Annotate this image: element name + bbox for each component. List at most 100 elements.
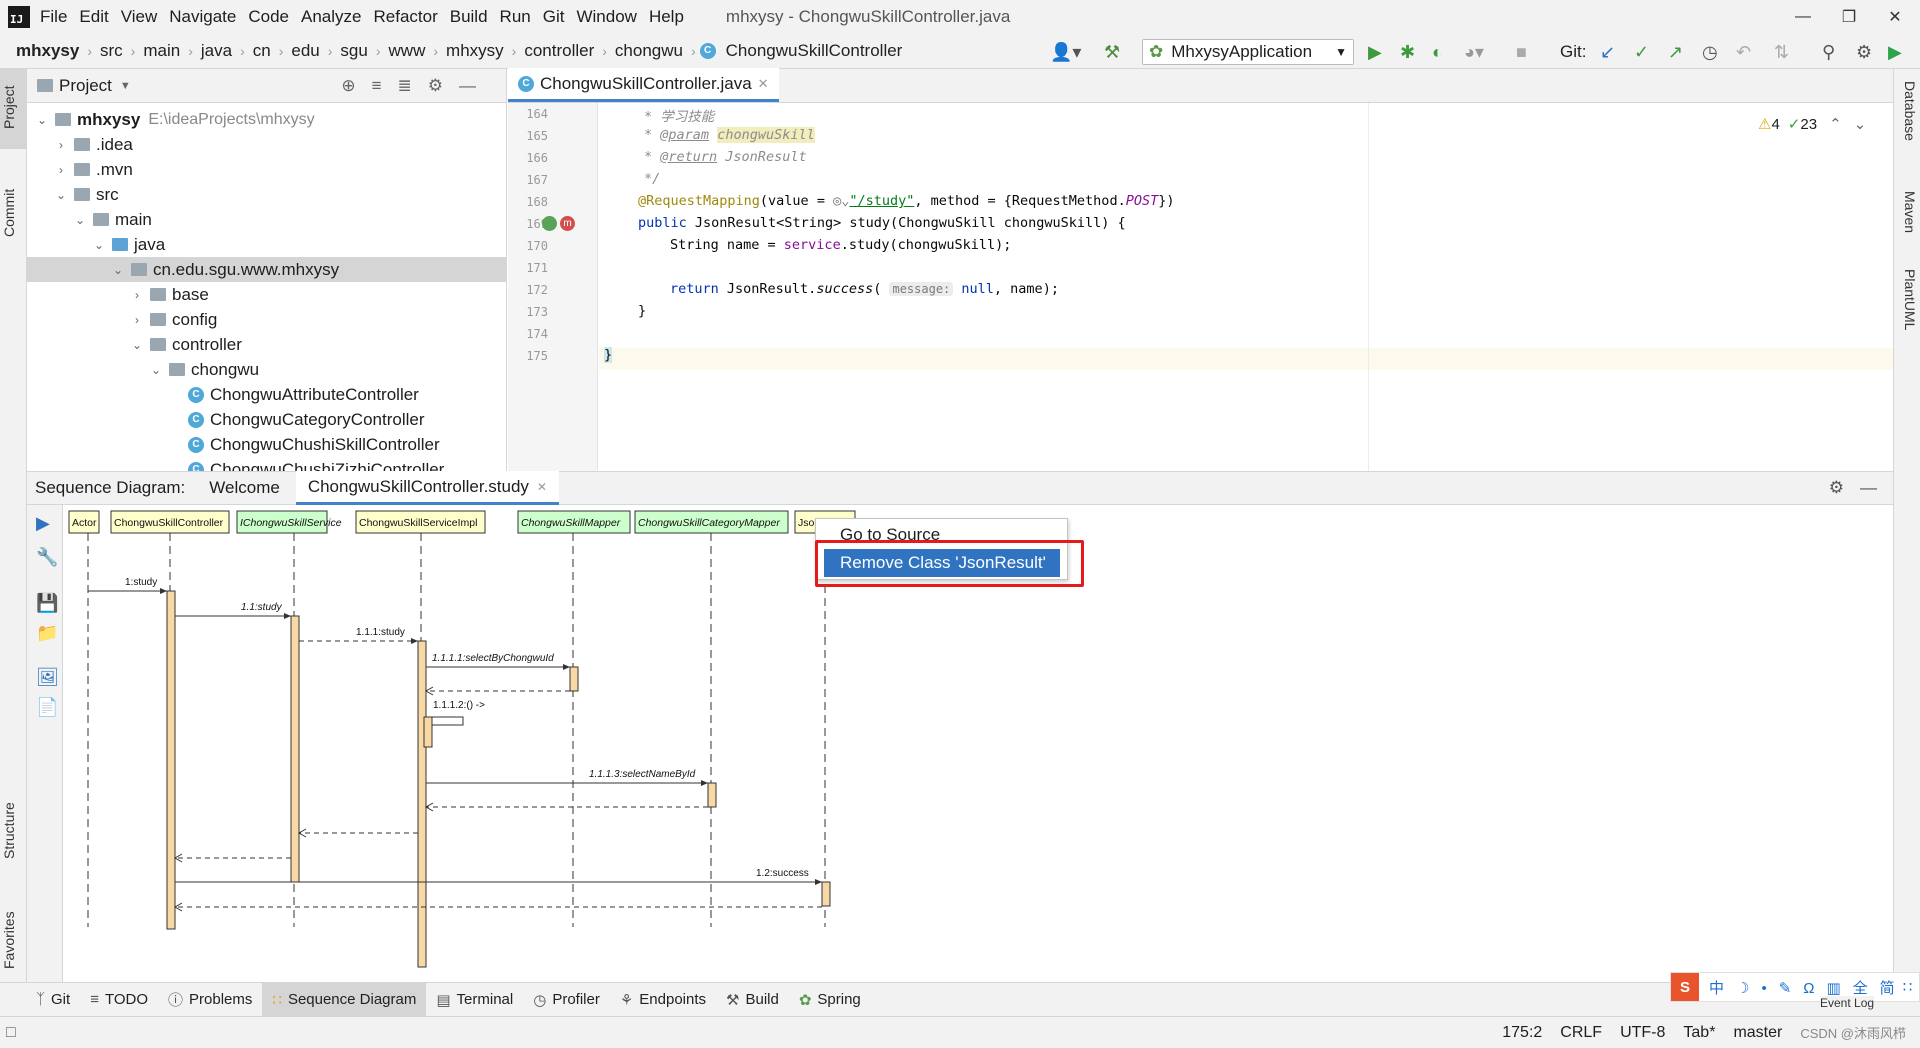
git-branch[interactable]: master [1733, 1024, 1782, 1042]
chevron-down-icon[interactable]: ⌄ [54, 188, 68, 202]
strip-database[interactable]: Database [1902, 81, 1918, 141]
history-icon[interactable]: ◷ [1702, 42, 1718, 63]
ime-mode-cn[interactable]: 中 [1709, 977, 1724, 998]
toolwin-git[interactable]: ᛉ Git [26, 983, 80, 1017]
breadcrumb-item[interactable]: controller [520, 41, 598, 61]
breadcrumb-item[interactable]: www [385, 41, 430, 61]
breadcrumb-item[interactable]: cn [249, 41, 275, 61]
tree-folder-item[interactable]: ⌄ main [27, 207, 506, 232]
save-icon[interactable]: 💾 [36, 593, 58, 614]
git-update-icon[interactable]: ↙ [1600, 42, 1615, 63]
breadcrumb-item[interactable]: edu [287, 41, 323, 61]
ime-mode-simplified[interactable]: 简 [1880, 977, 1895, 998]
file-encoding[interactable]: UTF-8 [1620, 1024, 1665, 1042]
chevron-right-icon[interactable]: › [54, 138, 68, 152]
spring-mapping-icon[interactable] [542, 216, 557, 231]
menu-refactor[interactable]: Refactor [373, 7, 446, 27]
wrench-icon[interactable]: 🔧 [36, 547, 58, 568]
tree-class-item[interactable]: C ChongwuChushiZizhiController [27, 457, 506, 471]
run-config-select[interactable]: ✿ MhxysyApplication ▼ [1142, 39, 1354, 65]
strip-project[interactable]: Project [1, 85, 17, 129]
ime-toolbar-icons[interactable]: ☽•✎Ω▥全 [1736, 977, 1880, 998]
git-commit-icon[interactable]: ✓ [1634, 42, 1649, 63]
toolwin-build[interactable]: ⚒ Build [716, 983, 789, 1017]
panel-actions-icon[interactable]: ⊕≡≣⚙— [341, 76, 492, 96]
gear-icon[interactable]: ⚙ [1856, 42, 1872, 63]
indent-setting[interactable]: Tab* [1683, 1024, 1715, 1042]
search-icon[interactable]: ⚲ [1822, 42, 1835, 63]
editor-tab[interactable]: C ChongwuSkillController.java ✕ [508, 68, 779, 102]
stop-icon[interactable]: ■ [1516, 42, 1527, 63]
toolwin-terminal[interactable]: ▤ Terminal [426, 983, 523, 1017]
plugin-icon[interactable]: ▶ [1888, 42, 1902, 63]
project-panel-title[interactable]: Project [59, 76, 112, 96]
strip-plantuml[interactable]: PlantUML [1902, 269, 1918, 330]
user-icon[interactable]: 👤▾ [1050, 42, 1081, 63]
tree-class-item[interactable]: C ChongwuAttributeController [27, 382, 506, 407]
tree-folder-item[interactable]: ⌄ src [27, 182, 506, 207]
tree-folder-item[interactable]: › config [27, 307, 506, 332]
coverage-icon[interactable]: ◐ [1432, 42, 1443, 63]
menu-git[interactable]: Git [543, 7, 574, 27]
tree-class-item[interactable]: C ChongwuChushiSkillController [27, 432, 506, 457]
inspection-widget[interactable]: ⚠ 4 ✓ 23 ⌃ ⌄ [1758, 115, 1867, 134]
tree-folder-item[interactable]: › base [27, 282, 506, 307]
chevron-down-icon[interactable]: ⌄ [111, 263, 125, 277]
line-separator[interactable]: CRLF [1560, 1024, 1602, 1042]
toolwin-todo[interactable]: ≡ TODO [80, 983, 158, 1017]
event-log-label[interactable]: Event Log [1820, 996, 1875, 1010]
menu-window[interactable]: Window [576, 7, 645, 27]
minimize-panel-icon[interactable]: — [1860, 478, 1877, 498]
menu-file[interactable]: File [40, 7, 76, 27]
toolwin-sequence-diagram[interactable]: ∷ Sequence Diagram [262, 982, 427, 1017]
git-push-icon[interactable]: ↗ [1668, 42, 1683, 63]
tree-class-item[interactable]: C ChongwuCategoryController [27, 407, 506, 432]
toolwin-endpoints[interactable]: ⚘ Endpoints [610, 983, 716, 1017]
minimize-icon[interactable]: — [1780, 0, 1826, 33]
breadcrumb-item[interactable]: chongwu [611, 41, 687, 61]
chevron-down-icon[interactable]: ⌄ [1854, 115, 1867, 133]
caret-position[interactable]: 175:2 [1502, 1024, 1542, 1042]
toolwin-profiler[interactable]: ◷ Profiler [523, 983, 610, 1017]
strip-commit[interactable]: Commit [1, 189, 17, 237]
close-icon[interactable]: ✕ [758, 76, 769, 92]
run-icon[interactable]: ▶ [1368, 42, 1382, 63]
strip-structure[interactable]: Structure [1, 802, 17, 859]
chevron-right-icon[interactable]: › [54, 163, 68, 177]
chevron-up-icon[interactable]: ⌃ [1829, 115, 1842, 133]
export-icon[interactable]: 📄 [36, 697, 58, 718]
tree-folder-item[interactable]: › .mvn [27, 157, 506, 182]
breadcrumb-item[interactable]: ChongwuSkillController [722, 41, 907, 61]
tree-folder-item[interactable]: › .idea [27, 132, 506, 157]
tab-welcome[interactable]: Welcome [209, 478, 280, 498]
restore-icon[interactable]: ❐ [1826, 0, 1872, 33]
chevron-right-icon[interactable]: › [130, 288, 144, 302]
menu-edit[interactable]: Edit [79, 7, 117, 27]
tree-folder-item[interactable]: ⌄ controller [27, 332, 506, 357]
tree-folder-item[interactable]: ⌄ java [27, 232, 506, 257]
tree-folder-item[interactable]: ⌄ mhxysy E:\ideaProjects\mhxysy [27, 107, 506, 132]
chevron-down-icon[interactable]: ⌄ [73, 213, 87, 227]
chevron-down-icon[interactable]: ⌄ [92, 238, 106, 252]
breadcrumb-item[interactable]: sgu [336, 41, 371, 61]
tree-folder-item[interactable]: ⌄ cn.edu.sgu.www.mhxysy [27, 257, 506, 282]
play-icon[interactable]: ▶ [36, 513, 50, 534]
rollback-icon[interactable]: ↶ [1736, 42, 1751, 63]
menu-view[interactable]: View [121, 7, 167, 27]
chevron-down-icon[interactable]: ⌄ [130, 338, 144, 352]
chevron-down-icon[interactable]: ▼ [120, 80, 131, 92]
menu-help[interactable]: Help [649, 7, 693, 27]
menu-run[interactable]: Run [500, 7, 540, 27]
hammer-icon[interactable]: ⚒ [1104, 42, 1120, 63]
strip-favorites[interactable]: Favorites [1, 911, 17, 969]
close-icon[interactable]: ✕ [1872, 0, 1918, 33]
chevron-down-icon[interactable]: ⌄ [149, 363, 163, 377]
image-icon[interactable]: 🖼 [36, 667, 59, 688]
debug-icon[interactable]: ✱ [1400, 42, 1415, 63]
breadcrumb-item[interactable]: main [139, 41, 184, 61]
strip-maven[interactable]: Maven [1902, 191, 1918, 233]
vcs-operations-icon[interactable]: ⇅ [1774, 42, 1789, 63]
breadcrumb-item[interactable]: mhxysy [442, 41, 508, 61]
profiler-run-icon[interactable]: ◕▾ [1464, 42, 1484, 63]
toolwin-spring[interactable]: ✿ Spring [789, 983, 871, 1017]
